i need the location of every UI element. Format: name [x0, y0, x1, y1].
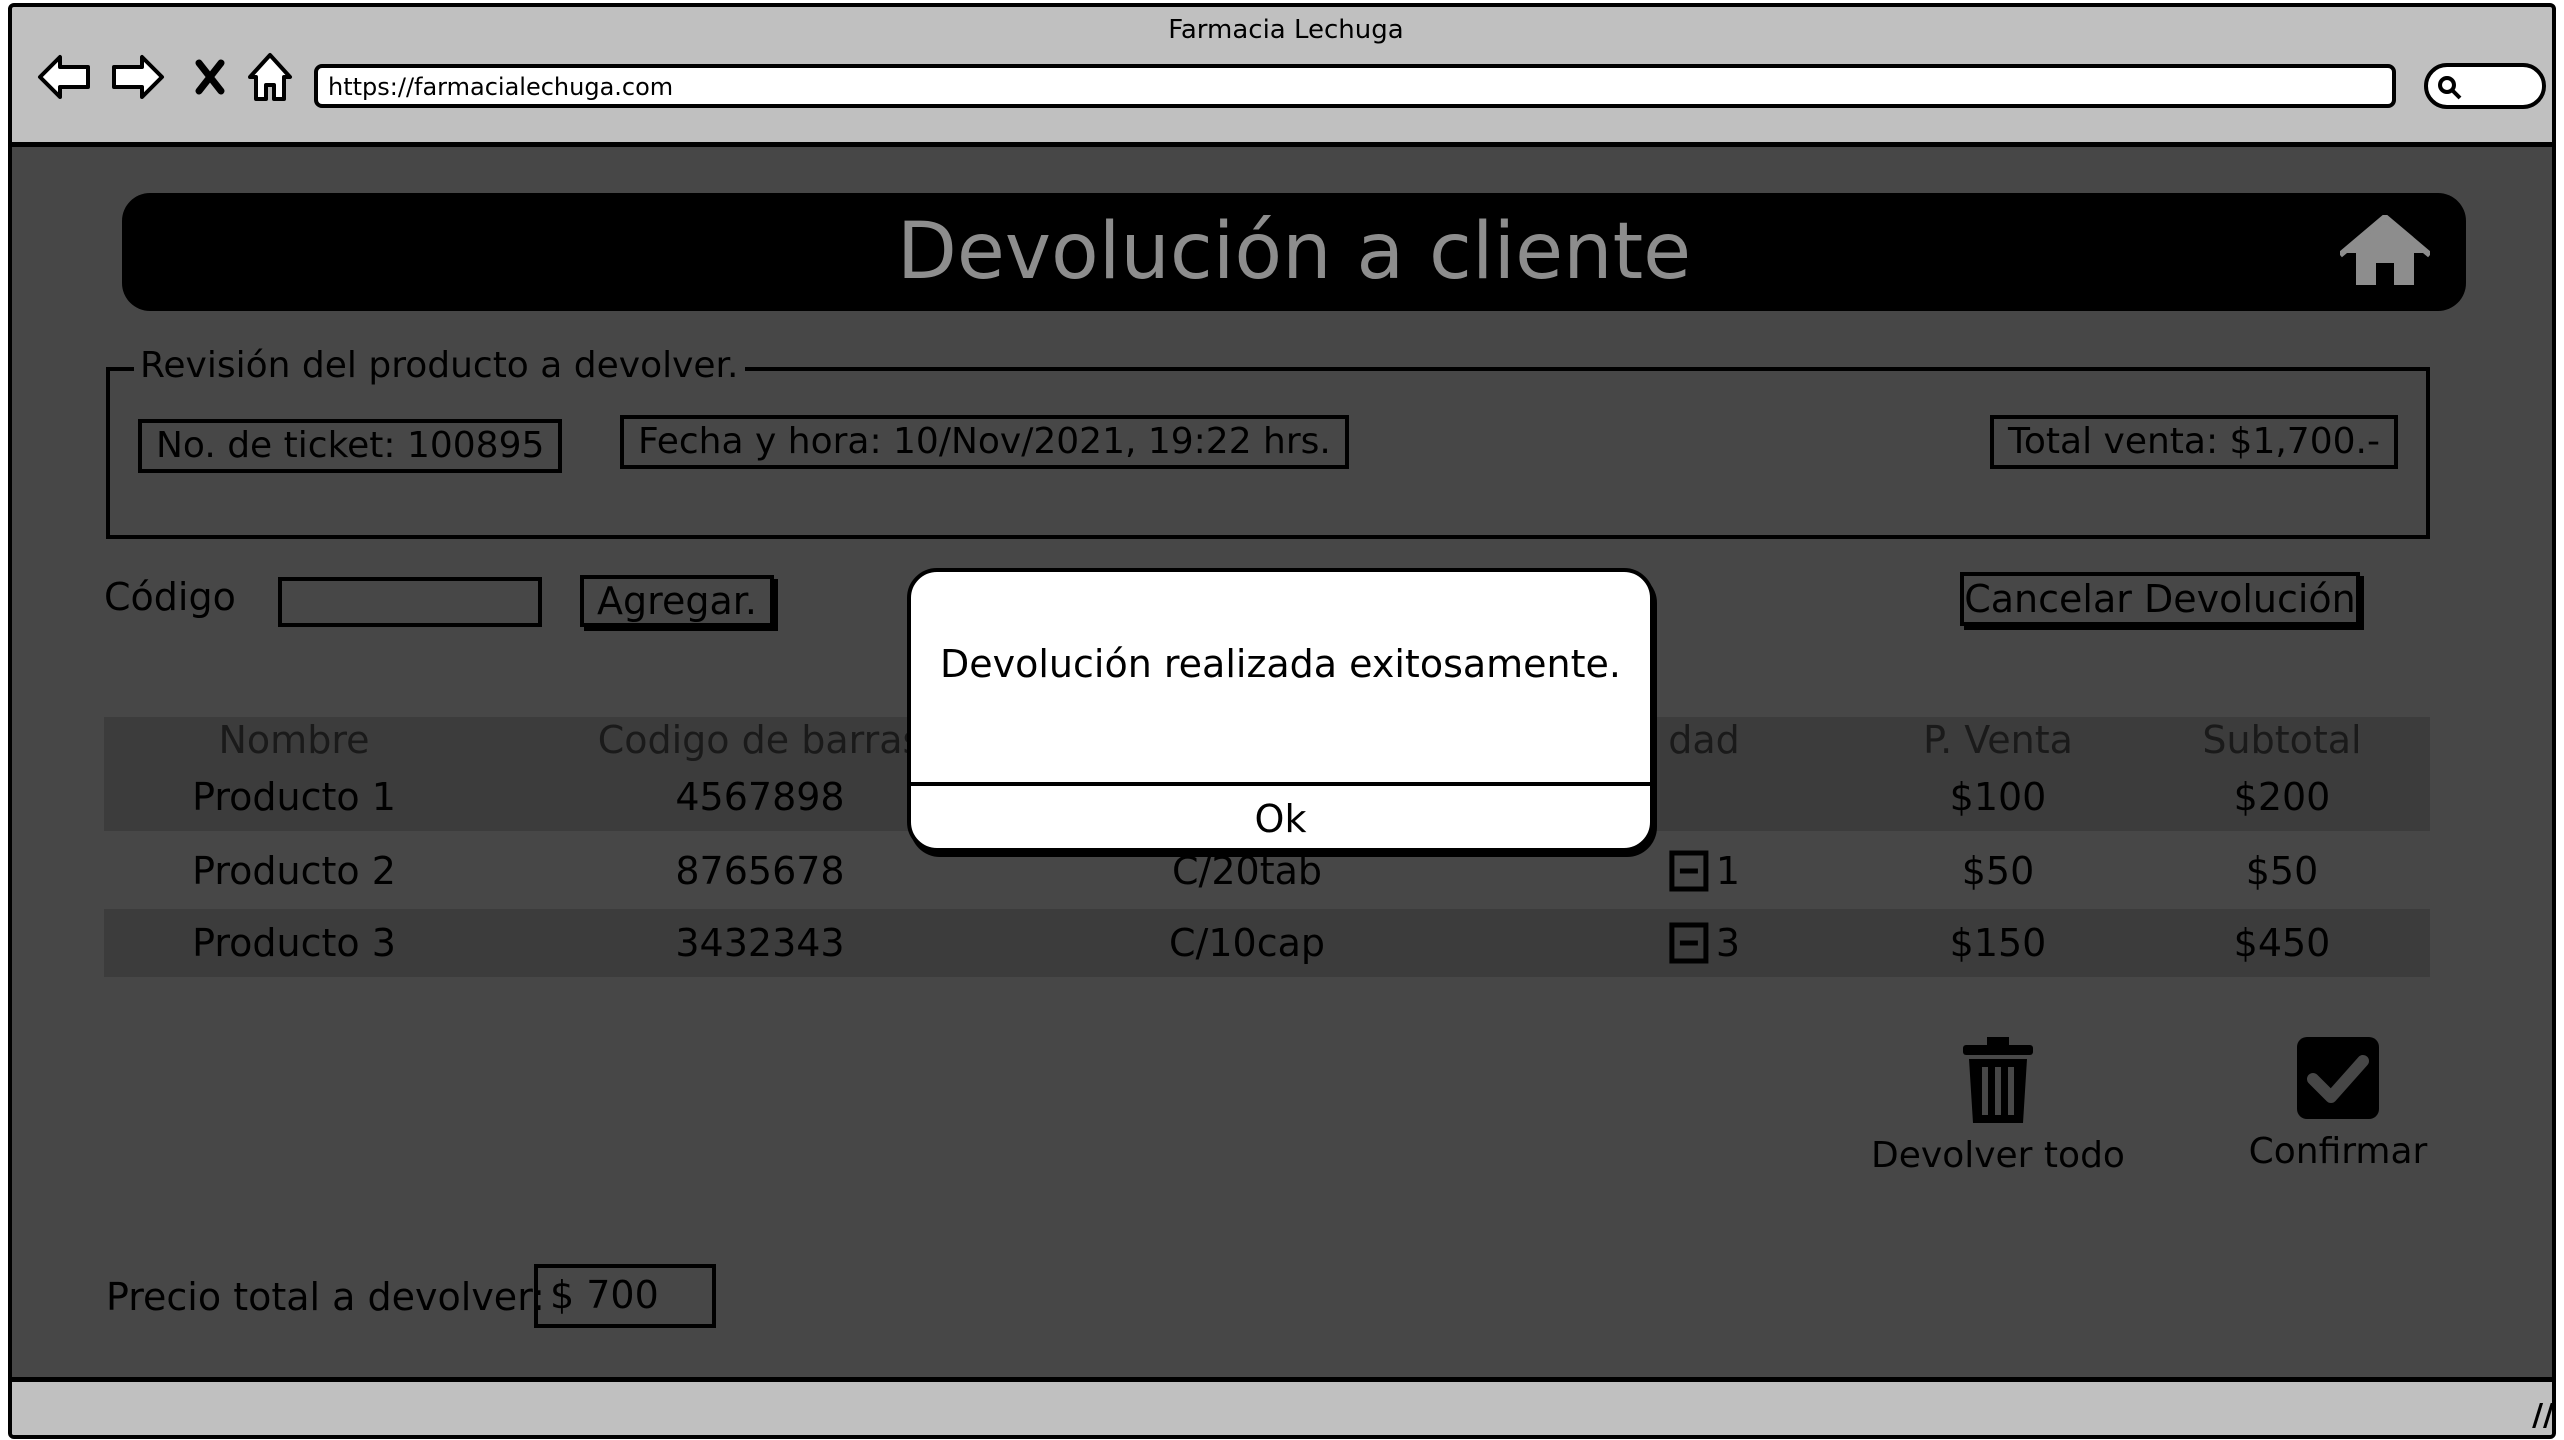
total-return-label: Precio total a devolver: — [106, 1275, 545, 1319]
row-quantity-value: 1 — [1715, 849, 1741, 893]
row-barcode: 4567898 — [675, 775, 845, 819]
row-barcode: 8765678 — [675, 849, 845, 893]
row-subtotal: $200 — [2233, 775, 2331, 819]
total-return-field: $ 700 — [534, 1264, 716, 1328]
row-name: Producto 3 — [192, 921, 396, 965]
forward-arrow-icon[interactable] — [108, 47, 168, 107]
minus-icon[interactable] — [1668, 921, 1712, 965]
resize-handle-icon[interactable]: // — [2532, 1398, 2552, 1433]
code-label: Código — [104, 575, 236, 619]
row-price: $50 — [1961, 849, 2035, 893]
row-quantity: 1 — [1668, 837, 1740, 905]
header-codigo-barras: Codigo de barras — [597, 718, 923, 762]
search-field[interactable] — [2424, 63, 2546, 109]
cancel-return-button[interactable]: Cancelar Devolución — [1960, 572, 2360, 626]
add-button[interactable]: Agregar. — [580, 575, 774, 627]
trash-icon — [1963, 1037, 2033, 1123]
confirm-label: Confirmar — [2248, 1131, 2428, 1172]
checkbox-check-icon — [2297, 1037, 2379, 1119]
code-input[interactable] — [278, 577, 542, 627]
search-icon — [2438, 76, 2462, 100]
row-presentation: C/10cap — [1169, 921, 1325, 965]
total-sale-field: Total venta: $1,700.- — [1990, 415, 2398, 469]
datetime-field: Fecha y hora: 10/Nov/2021, 19:22 hrs. — [620, 415, 1349, 469]
return-all-label: Devolver todo — [1871, 1135, 2125, 1176]
status-bar: // — [12, 1387, 2552, 1435]
home-icon[interactable] — [2338, 213, 2432, 293]
header-cantidad: dad — [1668, 718, 1740, 762]
ok-button[interactable]: Ok — [911, 786, 1650, 848]
page-title: Devolución a cliente — [896, 207, 1692, 297]
row-name: Producto 2 — [192, 849, 396, 893]
window-title: Farmacia Lechuga — [1168, 15, 1404, 45]
home-icon[interactable] — [242, 47, 298, 107]
minus-icon[interactable] — [1668, 849, 1712, 893]
close-x-icon[interactable] — [190, 47, 230, 107]
row-price: $150 — [1949, 921, 2047, 965]
address-bar[interactable]: https://farmacialechuga.com — [314, 64, 2396, 108]
row-quantity: 3 — [1668, 909, 1740, 977]
dialog-message: Devolución realizada exitosamente. — [940, 642, 1621, 686]
header-bar: Devolución a cliente — [122, 193, 2466, 311]
header-precio-venta: P. Venta — [1923, 718, 2073, 762]
header-nombre: Nombre — [218, 718, 370, 762]
review-legend: Revisión del producto a devolver. — [134, 345, 745, 386]
return-all-button[interactable]: Devolver todo — [1848, 1035, 2148, 1176]
ticket-number-field: No. de ticket: 100895 — [138, 419, 563, 473]
row-name: Producto 1 — [192, 775, 396, 819]
back-arrow-icon[interactable] — [34, 47, 94, 107]
success-dialog: Devolución realizada exitosamente. Ok — [907, 568, 1654, 852]
row-quantity-value: 3 — [1715, 921, 1741, 965]
row-price: $100 — [1949, 775, 2047, 819]
row-subtotal: $450 — [2233, 921, 2331, 965]
row-subtotal: $50 — [2245, 849, 2319, 893]
row-barcode: 3432343 — [675, 921, 845, 965]
confirm-button[interactable]: Confirmar — [2188, 1035, 2488, 1172]
table-row: Producto 3 3432343 C/10cap 3 $150 $450 — [104, 909, 2430, 977]
review-fieldset: Revisión del producto a devolver. No. de… — [106, 345, 2430, 539]
header-subtotal: Subtotal — [2202, 718, 2362, 762]
